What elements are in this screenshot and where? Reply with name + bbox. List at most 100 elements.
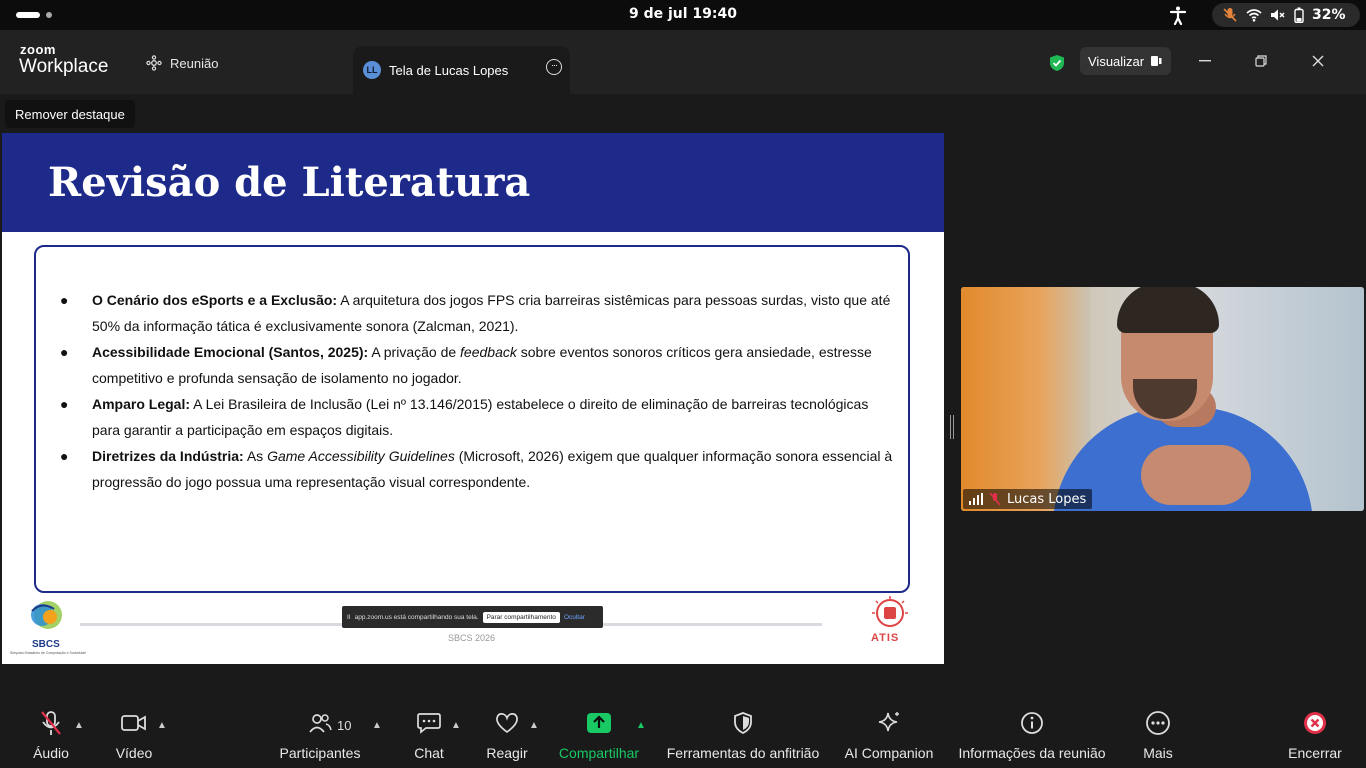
audio-button-label: Áudio	[33, 745, 69, 761]
share-notice-text: app.zoom.us está compartilhando sua tela…	[354, 613, 479, 621]
end-meeting-button[interactable]: Encerrar	[1284, 706, 1346, 761]
tab-screen-share-label: Tela de Lucas Lopes	[389, 62, 509, 78]
restore-icon[interactable]	[1250, 50, 1272, 72]
bullet-text: As	[243, 448, 268, 464]
tab-screen-share[interactable]: LL Tela de Lucas Lopes ···	[353, 46, 570, 94]
participants-button[interactable]: Participantes	[276, 706, 364, 761]
info-icon	[1021, 712, 1043, 734]
audio-options-chevron-icon[interactable]: ▲	[74, 720, 84, 731]
zoom-logo-workplace: Workplace	[19, 56, 109, 77]
share-button[interactable]: Compartilhar	[556, 706, 642, 761]
bullet-heading: Amparo Legal:	[92, 396, 191, 412]
participants-options-chevron-icon[interactable]: ▲	[372, 720, 382, 731]
bullet-item: ● O Cenário dos eSports e a Exclusão: A …	[60, 292, 891, 334]
meeting-icon	[146, 55, 162, 71]
zoom-logo-top: zoom	[20, 42, 56, 57]
video-button[interactable]: Vídeo	[106, 706, 162, 761]
system-status-group[interactable]: 32%	[1212, 3, 1360, 27]
battery-icon	[1294, 7, 1304, 23]
ai-companion-button[interactable]: AI Companion	[842, 706, 936, 761]
slide-title: Revisão de Literatura	[48, 159, 531, 206]
heart-icon	[496, 712, 518, 734]
encryption-shield-icon[interactable]	[1049, 54, 1065, 72]
participant-name: Lucas Lopes	[1007, 491, 1087, 507]
screen-share-notice: II app.zoom.us está compartilhando sua t…	[342, 606, 603, 628]
share-button-label: Compartilhar	[558, 745, 640, 761]
audio-button[interactable]: Áudio	[22, 706, 80, 761]
tab-meeting-label: Reunião	[170, 55, 219, 71]
video-button-label: Vídeo	[115, 745, 153, 761]
remove-spotlight-button[interactable]: Remover destaque	[5, 100, 135, 128]
panel-resize-handle[interactable]	[950, 415, 954, 439]
bullet-text: A Lei Brasileira de Inclusão (Lei nº 13.…	[92, 396, 869, 438]
end-meeting-button-label: Encerrar	[1288, 745, 1342, 761]
mic-muted-icon	[41, 711, 61, 735]
sbcs-logo-subtitle: Simpósio Brasileiro de Computação e Soci…	[10, 651, 87, 655]
stop-sharing-button[interactable]: Parar compartilhamento	[482, 611, 560, 623]
bullet-italic: feedback	[460, 344, 517, 360]
share-screen-icon	[587, 713, 611, 733]
meeting-toolbar: Áudio ▲ Vídeo ▲ Participantes 10 ▲ Chat …	[0, 706, 1366, 768]
share-options-chevron-icon[interactable]: ▲	[636, 720, 646, 731]
close-icon[interactable]	[1307, 50, 1329, 72]
sbcs-logo-text: SBCS	[32, 639, 60, 650]
slide-header: Revisão de Literatura	[2, 133, 944, 232]
more-button[interactable]: Mais	[1140, 706, 1176, 761]
hide-notice-button[interactable]: Ocultar	[564, 614, 585, 621]
meeting-info-button-label: Informações da reunião	[958, 745, 1106, 761]
more-icon	[1146, 711, 1170, 735]
atis-logo-text: ATIS	[871, 632, 900, 644]
view-button[interactable]: Visualizar	[1080, 47, 1171, 75]
shared-screen-slide[interactable]: Revisão de Literatura ● O Cenário dos eS…	[2, 133, 944, 664]
chat-button-label: Chat	[414, 745, 444, 761]
video-options-chevron-icon[interactable]: ▲	[157, 720, 167, 731]
view-button-label: Visualizar	[1088, 53, 1145, 69]
bullet-heading: Diretrizes da Indústria:	[92, 448, 244, 464]
zoom-title-bar: zoom Workplace Reunião LL Tela de Lucas …	[0, 30, 1366, 94]
accessibility-icon[interactable]	[1168, 5, 1188, 25]
battery-level: 32%	[1312, 7, 1346, 23]
participant-hair	[1117, 287, 1219, 333]
chat-options-chevron-icon[interactable]: ▲	[451, 720, 461, 731]
system-clock[interactable]: 9 de jul 19:40	[0, 6, 1366, 22]
presenter-avatar: LL	[363, 61, 381, 79]
mic-muted-icon	[989, 492, 1001, 506]
more-button-label: Mais	[1143, 745, 1173, 761]
bullet-item: ● Diretrizes da Indústria: As Game Acces…	[60, 448, 893, 490]
host-tools-button-label: Ferramentas do anfitrião	[666, 745, 820, 761]
slide-footer-text: SBCS 2026	[448, 633, 496, 643]
system-top-bar: 9 de jul 19:40 32%	[0, 0, 1366, 30]
share-pause-icon[interactable]: II	[347, 614, 351, 621]
mic-muted-icon	[1223, 8, 1237, 22]
host-tools-button[interactable]: Ferramentas do anfitrião	[662, 706, 824, 761]
react-button-label: Reagir	[486, 745, 528, 761]
host-tools-shield-icon	[734, 712, 752, 735]
tab-meeting[interactable]: Reunião	[146, 55, 218, 71]
participants-button-label: Participantes	[279, 745, 361, 761]
bullet-item: ● Acessibilidade Emocional (Santos, 2025…	[60, 344, 872, 386]
meeting-info-button[interactable]: Informações da reunião	[954, 706, 1110, 761]
participants-count: 10	[337, 718, 352, 733]
camera-icon	[121, 715, 146, 731]
ai-companion-button-label: AI Companion	[844, 745, 934, 761]
bullet-heading: Acessibilidade Emocional (Santos, 2025):	[92, 344, 369, 360]
react-button[interactable]: Reagir	[484, 706, 530, 761]
end-meeting-icon	[1304, 712, 1326, 734]
view-layout-icon	[1151, 56, 1162, 66]
chat-icon	[417, 713, 441, 734]
bullet-italic: Game Accessibility Guidelines	[267, 448, 455, 464]
slide-content-box: ● O Cenário dos eSports e a Exclusão: A …	[34, 245, 910, 593]
participants-icon	[309, 714, 332, 733]
bullet-text: A privação de	[368, 344, 461, 360]
react-options-chevron-icon[interactable]: ▲	[529, 720, 539, 731]
tab-more-icon[interactable]: ···	[546, 59, 562, 75]
participant-video-tile[interactable]: Lucas Lopes	[961, 287, 1364, 511]
wifi-icon	[1246, 9, 1262, 22]
bullet-item: ● Amparo Legal: A Lei Brasileira de Incl…	[60, 396, 869, 438]
atis-logo	[872, 596, 908, 627]
participant-hands	[1141, 445, 1251, 505]
chat-button[interactable]: Chat	[408, 706, 450, 761]
minimize-icon[interactable]	[1194, 50, 1216, 72]
signal-strength-icon	[969, 493, 983, 505]
bullet-heading: O Cenário dos eSports e a Exclusão:	[92, 292, 338, 308]
